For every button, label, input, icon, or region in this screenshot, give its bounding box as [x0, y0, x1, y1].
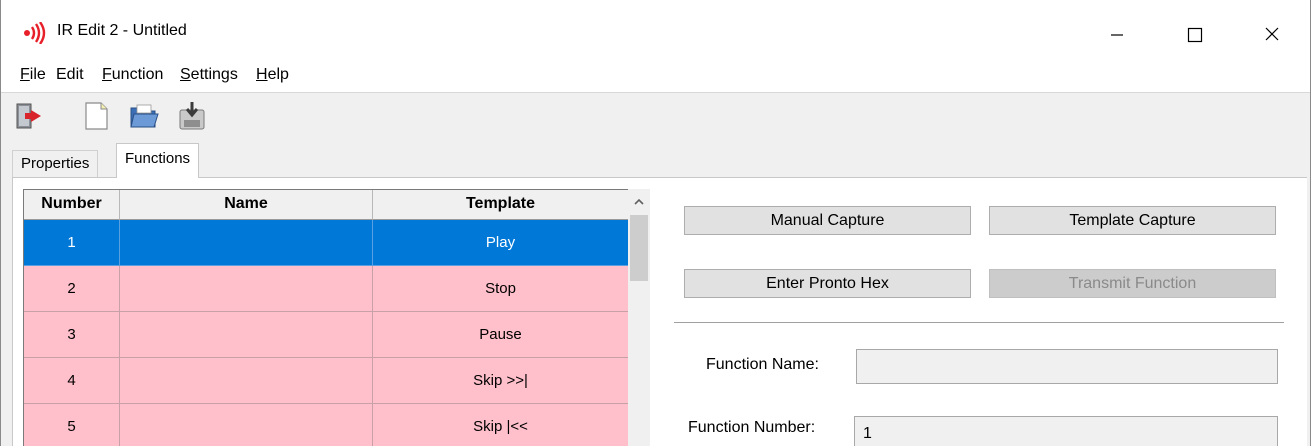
- template-cell[interactable]: Skip >>|: [373, 358, 628, 404]
- title-bar[interactable]: IR Edit 2 - Untitled: [1, 0, 1310, 58]
- table-row[interactable]: 1 Play: [24, 220, 628, 266]
- divider: [674, 322, 1284, 324]
- tab-properties[interactable]: Properties: [12, 150, 99, 177]
- enter-pronto-hex-button[interactable]: Enter Pronto Hex: [684, 269, 971, 298]
- menu-edit[interactable]: Edit: [56, 66, 84, 84]
- name-cell[interactable]: [120, 358, 373, 404]
- column-header-number[interactable]: Number: [24, 190, 120, 220]
- window-title: IR Edit 2 - Untitled: [57, 22, 187, 39]
- new-file-icon[interactable]: [81, 100, 111, 132]
- functions-grid: Number Name Template 1 Play 2 Stop 3 Pau…: [23, 189, 628, 446]
- scroll-up-button[interactable]: [628, 189, 650, 215]
- menu-settings[interactable]: Settings: [180, 66, 238, 84]
- number-cell[interactable]: 4: [24, 358, 120, 404]
- save-icon[interactable]: [177, 100, 207, 132]
- scroll-thumb[interactable]: [630, 215, 648, 281]
- table-row[interactable]: 4 Skip >>|: [24, 358, 628, 404]
- column-header-template[interactable]: Template: [373, 190, 628, 220]
- transmit-function-button[interactable]: Transmit Function: [989, 269, 1276, 298]
- column-header-name[interactable]: Name: [120, 190, 373, 220]
- number-cell[interactable]: 1: [24, 220, 120, 266]
- manual-capture-button[interactable]: Manual Capture: [684, 206, 971, 235]
- menu-file[interactable]: File: [20, 66, 46, 84]
- template-cell[interactable]: Pause: [373, 312, 628, 358]
- close-button[interactable]: [1249, 14, 1295, 54]
- table-row[interactable]: 5 Skip |<<: [24, 404, 628, 446]
- number-cell[interactable]: 3: [24, 312, 120, 358]
- template-cell[interactable]: Skip |<<: [373, 404, 628, 446]
- template-capture-button[interactable]: Template Capture: [989, 206, 1276, 235]
- close-icon: [1265, 27, 1279, 41]
- name-cell[interactable]: [120, 266, 373, 312]
- template-cell[interactable]: Stop: [373, 266, 628, 312]
- tab-strip: Properties Functions: [1, 140, 1310, 178]
- minimize-button[interactable]: [1093, 14, 1139, 54]
- minimize-icon: [1111, 34, 1123, 36]
- function-number-field[interactable]: 1: [854, 416, 1278, 446]
- function-name-label: Function Name:: [706, 356, 819, 373]
- menu-bar: File Edit Function Settings Help: [1, 58, 1310, 92]
- template-cell[interactable]: Play: [373, 220, 628, 266]
- tab-functions[interactable]: Functions: [116, 143, 200, 178]
- function-name-field[interactable]: [856, 349, 1278, 384]
- name-cell[interactable]: [120, 404, 373, 446]
- chevron-up-icon: [634, 198, 644, 205]
- function-number-label: Function Number:: [688, 419, 816, 436]
- menu-help[interactable]: Help: [256, 66, 289, 84]
- name-cell[interactable]: [120, 220, 373, 266]
- name-cell[interactable]: [120, 312, 373, 358]
- exit-icon[interactable]: [13, 100, 43, 132]
- table-row[interactable]: 3 Pause: [24, 312, 628, 358]
- app-window: IR Edit 2 - Untitled File Edit Function …: [0, 0, 1311, 446]
- infrared-signal-icon: [24, 22, 46, 44]
- toolbar: [1, 92, 1310, 136]
- number-cell[interactable]: 2: [24, 266, 120, 312]
- maximize-button[interactable]: [1171, 14, 1217, 54]
- table-row[interactable]: 2 Stop: [24, 266, 628, 312]
- grid-vertical-scrollbar[interactable]: [628, 189, 650, 446]
- menu-function[interactable]: Function: [102, 66, 163, 84]
- number-cell[interactable]: 5: [24, 404, 120, 446]
- maximize-icon: [1187, 27, 1203, 43]
- open-folder-icon[interactable]: [129, 100, 159, 132]
